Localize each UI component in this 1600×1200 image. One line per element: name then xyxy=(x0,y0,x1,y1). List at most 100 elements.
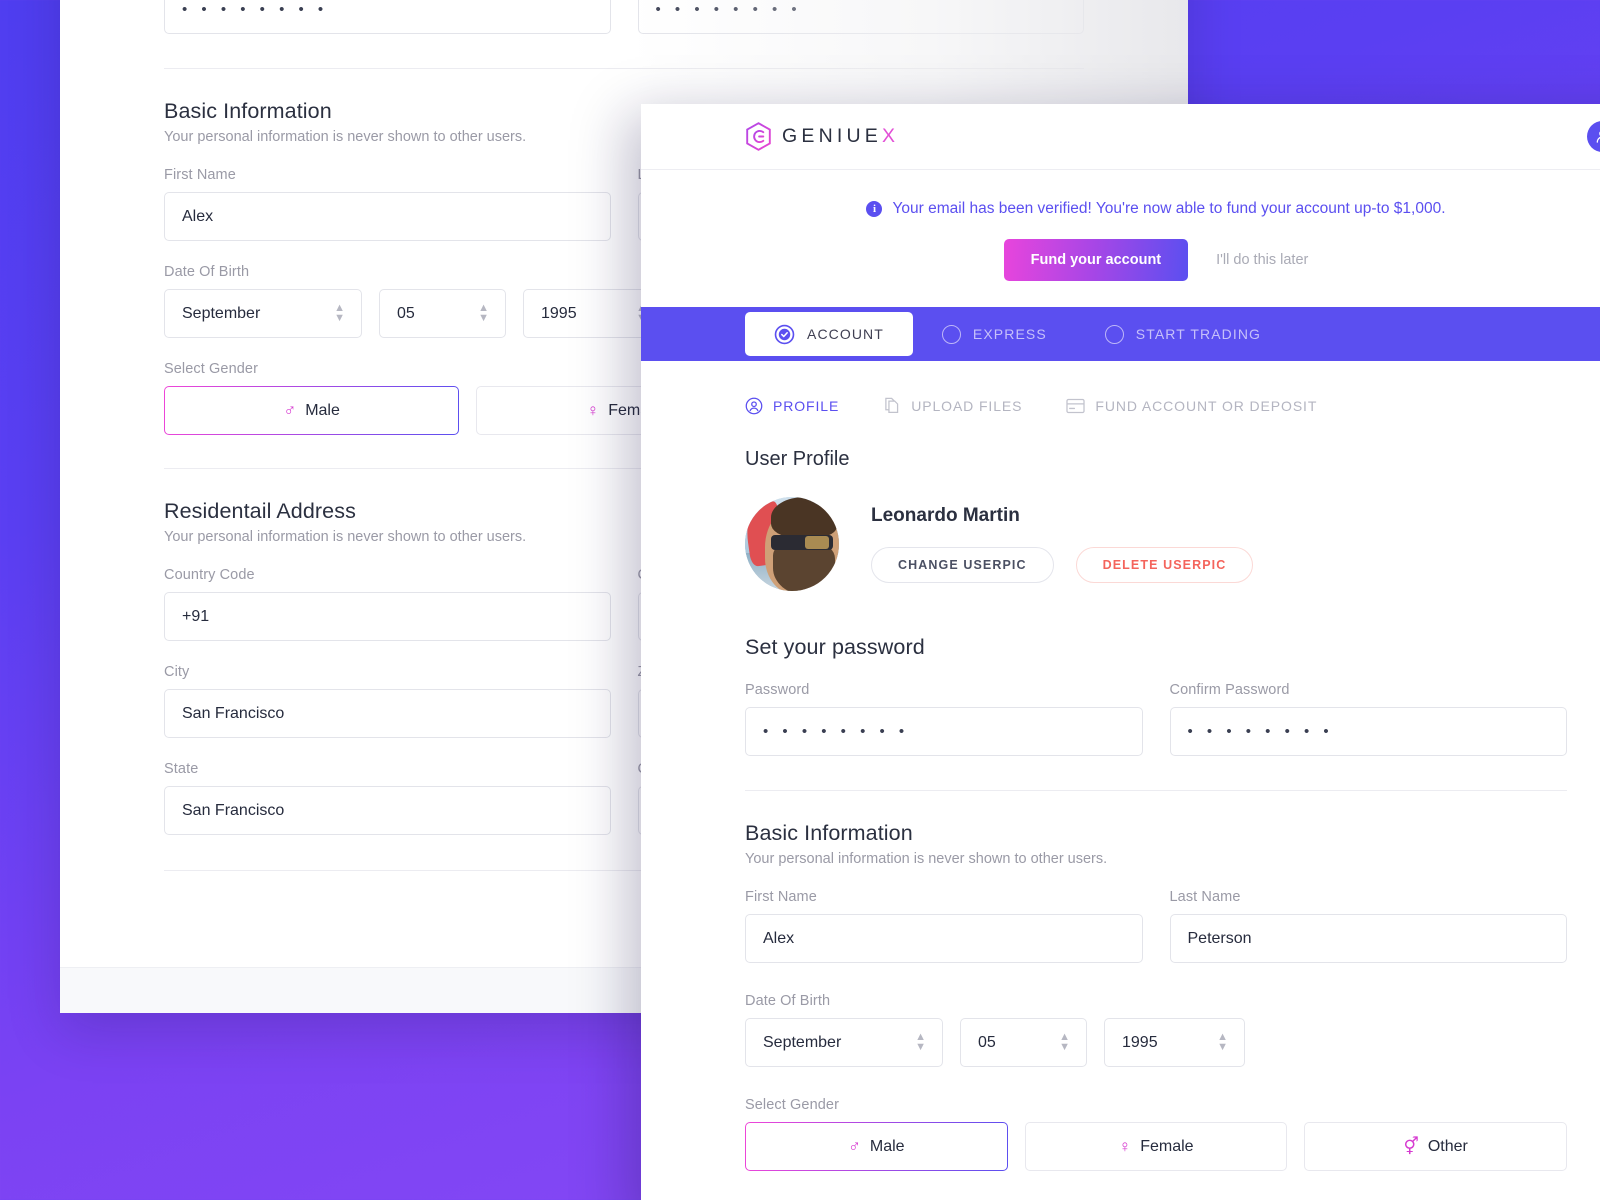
bg-dob-day-value: 05 xyxy=(397,304,415,322)
logo-text-accent: X xyxy=(881,125,900,147)
bg-country-code-label: Country Code xyxy=(164,567,255,583)
bg-first-name-label: First Name xyxy=(164,167,236,183)
bg-country-code-value: +91 xyxy=(182,607,210,625)
ill-do-this-later-link[interactable]: I'll do this later xyxy=(1216,252,1308,268)
bg-gender-male-label: Male xyxy=(305,401,340,419)
tab-account[interactable]: ACCOUNT xyxy=(745,312,913,356)
bg-state-label: State xyxy=(164,761,199,777)
confirm-password-field: Confirm Password • • • • • • • • xyxy=(1169,682,1567,756)
bg-password-input[interactable]: • • • • • • • • xyxy=(164,0,611,34)
delete-userpic-button[interactable]: DELETE USERPIC xyxy=(1075,547,1254,583)
gender-option-female[interactable]: ♀ Female xyxy=(1024,1122,1288,1171)
confirm-password-label: Confirm Password xyxy=(1169,682,1290,698)
basic-info-title: Basic Information xyxy=(745,821,913,845)
subtab-profile-label: PROFILE xyxy=(773,397,840,414)
first-name-input[interactable]: Alex xyxy=(745,914,1143,963)
bg-country-code-input[interactable]: +91 xyxy=(164,592,611,641)
last-name-field: Last Name Peterson xyxy=(1169,889,1567,963)
dob-day-value: 05 xyxy=(978,1033,996,1051)
bg-confirm-password-input[interactable]: • • • • • • • • xyxy=(637,0,1084,34)
bg-password-field: Password • • • • • • • • xyxy=(164,0,611,34)
bg-state-value: San Francisco xyxy=(182,801,285,819)
gender-option-other[interactable]: ⚥ Other xyxy=(1304,1122,1568,1171)
subtab-profile[interactable]: PROFILE xyxy=(745,396,839,415)
tab-start-trading[interactable]: START TRADING xyxy=(1076,312,1290,356)
stepper-icon[interactable]: ▲▼ xyxy=(478,303,489,324)
password-input[interactable]: • • • • • • • • xyxy=(745,707,1143,756)
brand-logo[interactable]: GENIUEX xyxy=(745,122,899,151)
mars-icon: ♂ xyxy=(848,1136,861,1156)
basic-information-section: Basic Information Your personal informat… xyxy=(745,821,1568,1171)
dob-field: Date Of Birth September ▲ ▼ 05 ▲ ▼ 1995 ▲ ▼ xyxy=(745,993,1567,1067)
change-userpic-button[interactable]: CHANGE USERPIC xyxy=(871,547,1054,583)
credit-card-icon xyxy=(1066,398,1086,414)
bg-city-field: City San Francisco xyxy=(164,664,611,738)
gender-label: Select Gender xyxy=(745,1097,839,1113)
venus-icon: ♀ xyxy=(1118,1136,1132,1156)
gender-option-male[interactable]: ♂ Male xyxy=(745,1122,1008,1171)
bg-dob-month-select[interactable]: September ▲ ▼ xyxy=(164,289,362,338)
stepper-icon[interactable]: ▲▼ xyxy=(915,1032,926,1053)
bg-gender-option-male[interactable]: ♂ Male xyxy=(164,386,459,435)
user-photo[interactable] xyxy=(745,497,839,591)
photo-lens xyxy=(805,536,829,549)
bg-state-field: State San Francisco xyxy=(164,761,611,835)
subtab-upload-files-label: UPLOAD FILES xyxy=(911,397,1023,414)
stepper-icon[interactable]: ▲▼ xyxy=(1217,1032,1228,1053)
password-field: Password • • • • • • • • xyxy=(745,682,1143,756)
mars-icon: ♂ xyxy=(283,400,297,420)
bg-password-value: • • • • • • • • xyxy=(182,1,329,18)
user-profile-details: Leonardo Martin CHANGE USERPIC DELETE US… xyxy=(871,505,1254,583)
dob-year-select[interactable]: 1995 ▲ ▼ xyxy=(1104,1018,1245,1067)
bg-confirm-password-value: • • • • • • • • xyxy=(655,1,802,18)
bg-country-code-field: Country Code +91 xyxy=(164,567,611,641)
brand-logo-text: GENIUEX xyxy=(782,125,899,148)
hexagon-g-logo-icon xyxy=(745,122,772,151)
tab-account-label: ACCOUNT xyxy=(807,326,884,342)
dob-year-value: 1995 xyxy=(1122,1033,1158,1051)
venus-icon: ♀ xyxy=(586,400,600,420)
bg-state-input[interactable]: San Francisco xyxy=(164,786,611,835)
dob-month-value: September xyxy=(763,1033,842,1051)
logo-text-main: GENIUE xyxy=(782,125,882,147)
subtab-fund-account-deposit-label: FUND ACCOUNT OR DEPOSIT xyxy=(1095,397,1318,414)
app-topbar: GENIUEX xyxy=(641,104,1600,170)
stepper-icon[interactable]: ▲▼ xyxy=(1059,1032,1070,1053)
user-circle-icon xyxy=(745,397,763,415)
page-title: User Profile xyxy=(745,448,850,470)
last-name-input[interactable]: Peterson xyxy=(1169,914,1567,963)
fund-your-account-button[interactable]: Fund your account xyxy=(1003,239,1189,281)
stepper-icon[interactable]: ▲▼ xyxy=(334,303,345,324)
secondary-subtabs: PROFILE UPLOAD FILES FUND ACCOUNT OR DEP… xyxy=(641,361,1600,415)
gender-male-label: Male xyxy=(869,1137,905,1155)
primary-tabbar: ACCOUNT EXPRESS START TRADING xyxy=(641,307,1600,361)
dob-day-select[interactable]: 05 ▲ ▼ xyxy=(960,1018,1087,1067)
photo-hair xyxy=(771,497,837,537)
tab-express[interactable]: EXPRESS xyxy=(913,312,1076,356)
bg-dob-day-select[interactable]: 05 ▲ ▼ xyxy=(379,289,506,338)
transgender-icon: ⚥ xyxy=(1403,1136,1419,1156)
gender-field: Select Gender ♂ Male ♀ Female ⚥ Other xyxy=(745,1097,1568,1171)
user-name: Leonardo Martin xyxy=(871,505,1020,526)
bg-city-input[interactable]: San Francisco xyxy=(164,689,611,738)
bg-confirm-password-field: Confirm Password • • • • • • • • xyxy=(637,0,1084,34)
first-name-field: First Name Alex xyxy=(745,889,1143,963)
bg-first-name-input[interactable]: Alex xyxy=(164,192,611,241)
bg-password-row: Password • • • • • • • • Confirm Passwor… xyxy=(164,0,1084,34)
confirm-password-input[interactable]: • • • • • • • • xyxy=(1169,707,1567,756)
dob-month-select[interactable]: September ▲ ▼ xyxy=(745,1018,943,1067)
gender-other-label: Other xyxy=(1427,1137,1468,1155)
tab-start-trading-label: START TRADING xyxy=(1135,326,1262,342)
bg-city-value: San Francisco xyxy=(182,704,285,722)
photo-beard xyxy=(773,543,835,591)
gender-female-label: Female xyxy=(1140,1137,1194,1155)
last-name-label: Last Name xyxy=(1169,889,1241,905)
divider-1 xyxy=(745,790,1567,791)
main-card-body: User Profile Leonardo Martin CHANGE USER… xyxy=(641,448,1600,1200)
documents-icon xyxy=(883,396,901,415)
first-name-value: Alex xyxy=(763,929,795,947)
user-avatar-button[interactable] xyxy=(1587,121,1600,152)
check-circle-icon xyxy=(774,324,795,345)
subtab-fund-account-deposit[interactable]: FUND ACCOUNT OR DEPOSIT xyxy=(1066,396,1317,415)
subtab-upload-files[interactable]: UPLOAD FILES xyxy=(883,396,1022,415)
